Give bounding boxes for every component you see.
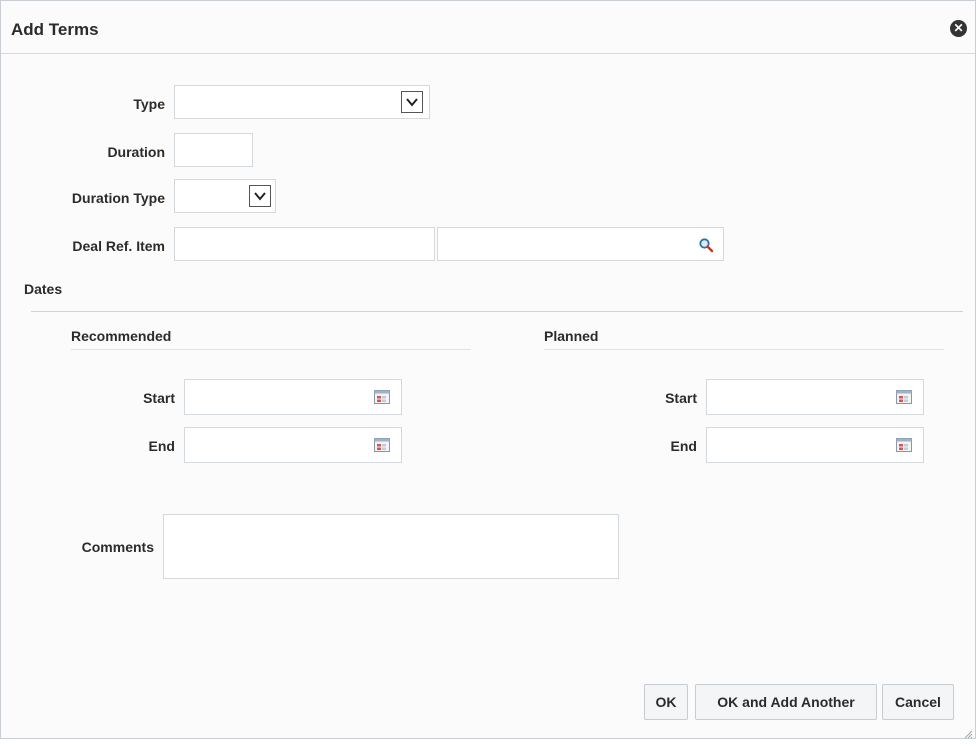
dates-divider	[31, 311, 963, 312]
calendar-icon[interactable]	[896, 438, 912, 452]
duration-type-label: Duration Type	[71, 190, 165, 206]
calendar-icon[interactable]	[896, 390, 912, 404]
deal-ref-item-description	[437, 227, 724, 261]
deal-ref-item-label: Deal Ref. Item	[72, 238, 165, 254]
comments-textarea[interactable]	[163, 514, 619, 579]
deal-ref-item-input[interactable]	[174, 227, 435, 261]
recommended-start-date-input[interactable]	[184, 379, 402, 415]
chevron-down-icon[interactable]	[401, 91, 423, 113]
type-label: Type	[133, 96, 165, 112]
duration-label: Duration	[107, 144, 165, 160]
recommended-start-label: Start	[143, 390, 175, 406]
duration-input[interactable]	[174, 133, 253, 167]
ok-button[interactable]: OK	[644, 684, 688, 720]
resize-grip-icon[interactable]	[963, 726, 973, 739]
recommended-divider	[71, 349, 471, 350]
ok-and-add-another-button[interactable]: OK and Add Another	[695, 684, 877, 720]
planned-start-label: Start	[665, 390, 697, 406]
planned-heading: Planned	[544, 328, 599, 344]
cancel-button[interactable]: Cancel	[882, 684, 954, 720]
duration-type-select[interactable]	[174, 179, 276, 213]
dialog-titlebar: Add Terms ✕	[1, 1, 975, 54]
calendar-icon[interactable]	[374, 390, 390, 404]
planned-divider	[544, 349, 944, 350]
add-terms-dialog: Add Terms ✕ Type Duration Duration Type …	[0, 0, 976, 739]
planned-start-date-input[interactable]	[706, 379, 924, 415]
comments-label: Comments	[81, 539, 154, 555]
search-icon[interactable]	[698, 237, 714, 253]
dates-section-label: Dates	[24, 281, 63, 297]
recommended-end-label: End	[148, 438, 175, 454]
recommended-heading: Recommended	[71, 328, 172, 344]
planned-end-date-input[interactable]	[706, 427, 924, 463]
planned-end-label: End	[670, 438, 697, 454]
recommended-end-date-input[interactable]	[184, 427, 402, 463]
close-icon[interactable]: ✕	[950, 20, 967, 37]
dialog-title: Add Terms	[11, 20, 99, 39]
type-select[interactable]	[174, 85, 430, 119]
chevron-down-icon[interactable]	[249, 185, 271, 207]
calendar-icon[interactable]	[374, 438, 390, 452]
